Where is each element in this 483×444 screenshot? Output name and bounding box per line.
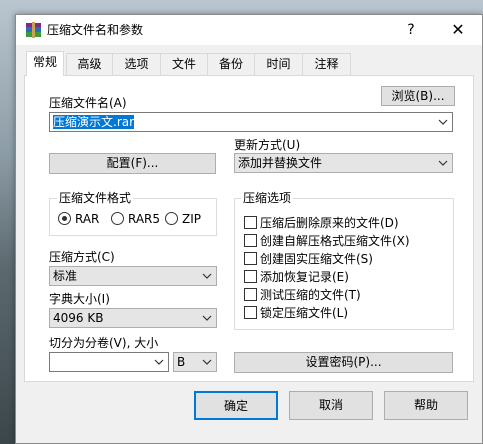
winrar-app-icon: [26, 22, 41, 38]
archiving-options-legend: 压缩选项: [241, 191, 294, 205]
help-button[interactable]: 帮助: [384, 391, 468, 420]
dialog-window: 压缩文件名和参数 ? ✕ 常规 高级 选项 文件 备份 时间 注释 压缩文件名(…: [15, 14, 483, 444]
close-button[interactable]: ✕: [434, 15, 482, 45]
lock-archive-label[interactable]: 锁定压缩文件(L): [260, 306, 348, 320]
tab-panel-general: 压缩文件名(A) 浏览(B)... 压缩演示文.rar 更新方式(U) 添加并替…: [24, 75, 474, 382]
create-sfx-checkbox[interactable]: [244, 234, 257, 247]
archive-format-legend: 压缩文件格式: [57, 191, 134, 205]
create-solid-label[interactable]: 创建固实压缩文件(S): [260, 252, 373, 266]
tab-comment[interactable]: 注释: [302, 53, 351, 75]
set-password-button[interactable]: 设置密码(P)...: [234, 352, 453, 373]
recovery-record-checkbox[interactable]: [244, 270, 257, 283]
cancel-button[interactable]: 取消: [289, 391, 373, 420]
split-unit-value: B: [177, 355, 186, 369]
format-rar-radio[interactable]: [58, 212, 71, 225]
format-rar5-label[interactable]: RAR5: [128, 212, 160, 226]
format-rar-label[interactable]: RAR: [75, 212, 99, 226]
dictionary-size-value: 4096 KB: [53, 311, 104, 325]
create-sfx-label[interactable]: 创建自解压格式压缩文件(X): [260, 234, 410, 248]
window-title: 压缩文件名和参数: [47, 23, 144, 37]
chevron-down-icon: [438, 119, 448, 125]
delete-after-label[interactable]: 压缩后删除原来的文件(D): [260, 216, 399, 230]
archive-name-input[interactable]: 压缩演示文.rar: [49, 112, 453, 132]
compression-method-value: 标准: [53, 269, 78, 283]
update-mode-value: 添加并替换文件: [238, 156, 323, 170]
recovery-record-label[interactable]: 添加恢复记录(E): [260, 270, 349, 284]
split-volumes-label: 切分为分卷(V), 大小: [49, 336, 159, 350]
tab-general[interactable]: 常规: [26, 51, 64, 76]
chevron-down-icon: [438, 160, 448, 166]
split-volumes-input[interactable]: [49, 352, 169, 372]
tab-time[interactable]: 时间: [254, 53, 303, 75]
test-files-checkbox[interactable]: [244, 288, 257, 301]
format-rar5-radio[interactable]: [111, 212, 124, 225]
tab-files[interactable]: 文件: [160, 53, 208, 75]
chevron-down-icon: [202, 359, 212, 365]
ok-button[interactable]: 确定: [194, 391, 278, 420]
compression-method-select[interactable]: 标准: [49, 266, 217, 286]
chevron-down-icon: [202, 315, 212, 321]
update-mode-select[interactable]: 添加并替换文件: [234, 153, 453, 173]
delete-after-checkbox[interactable]: [244, 216, 257, 229]
title-bar[interactable]: 压缩文件名和参数 ? ✕: [16, 15, 482, 45]
tab-options[interactable]: 选项: [112, 53, 161, 75]
tab-backup[interactable]: 备份: [207, 53, 255, 75]
chevron-down-icon: [202, 273, 212, 279]
browse-button[interactable]: 浏览(B)...: [381, 86, 455, 106]
profiles-button[interactable]: 配置(F)...: [49, 153, 216, 174]
help-title-button[interactable]: ?: [388, 15, 434, 45]
format-zip-radio[interactable]: [165, 212, 178, 225]
split-unit-select[interactable]: B: [173, 352, 217, 372]
update-mode-label: 更新方式(U): [234, 138, 301, 152]
tab-advanced[interactable]: 高级: [66, 53, 113, 75]
lock-archive-checkbox[interactable]: [244, 306, 257, 319]
format-zip-label[interactable]: ZIP: [182, 212, 201, 226]
archive-name-label: 压缩文件名(A): [49, 96, 127, 110]
test-files-label[interactable]: 测试压缩的文件(T): [260, 288, 361, 302]
archive-name-value: 压缩演示文.rar: [53, 115, 135, 129]
chevron-down-icon: [154, 359, 164, 365]
create-solid-checkbox[interactable]: [244, 252, 257, 265]
compression-method-label: 压缩方式(C): [49, 250, 115, 264]
dictionary-size-select[interactable]: 4096 KB: [49, 308, 217, 328]
dictionary-size-label: 字典大小(I): [49, 292, 110, 306]
